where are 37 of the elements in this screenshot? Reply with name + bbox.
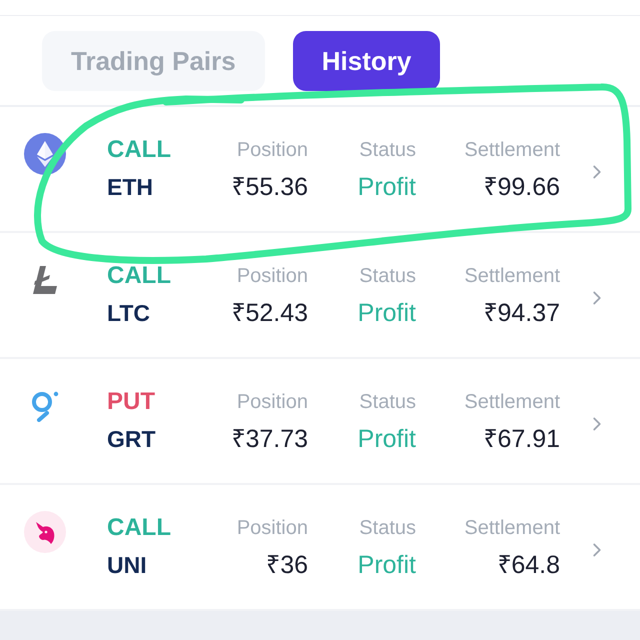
option-type: CALL [107, 137, 171, 163]
coin-symbol: GRT [107, 425, 156, 454]
status-value: Profit [358, 550, 416, 580]
settlement-value: ₹64.8 [497, 550, 560, 580]
position-label: Position [236, 390, 308, 415]
coin-symbol: ETH [107, 173, 153, 202]
status-value: Profit [358, 424, 416, 454]
coin-symbol: UNI [107, 551, 147, 580]
position-label: Position [236, 138, 308, 163]
option-type: CALL [107, 263, 171, 289]
settlement-label: Settlement [464, 138, 560, 163]
status-value: Profit [358, 298, 416, 328]
status-label: Status [359, 390, 416, 415]
status-label: Status [359, 516, 416, 541]
tab[interactable]: History [292, 31, 440, 91]
settlement-value: ₹67.91 [483, 424, 560, 454]
status-value: Profit [358, 172, 416, 202]
settlement-value: ₹94.37 [483, 298, 560, 328]
ring-dot-icon [31, 390, 59, 422]
position-value: ₹37.73 [231, 424, 308, 454]
option-type: CALL [107, 515, 171, 541]
position-value: ₹36 [266, 550, 308, 580]
unicorn-icon [24, 511, 66, 553]
settlement-label: Settlement [464, 390, 560, 415]
coin-symbol: LTC [107, 299, 150, 328]
struck-l-icon [33, 266, 57, 294]
position-label: Position [236, 516, 308, 541]
settlement-value: ₹99.66 [483, 172, 560, 202]
status-label: Status [359, 264, 416, 289]
option-type: PUT [107, 389, 155, 415]
settlement-label: Settlement [464, 264, 560, 289]
position-value: ₹55.36 [231, 172, 308, 202]
position-label: Position [236, 264, 308, 289]
status-label: Status [359, 138, 416, 163]
position-value: ₹52.43 [231, 298, 308, 328]
settlement-label: Settlement [464, 516, 560, 541]
diamond-coin-icon [24, 133, 66, 175]
